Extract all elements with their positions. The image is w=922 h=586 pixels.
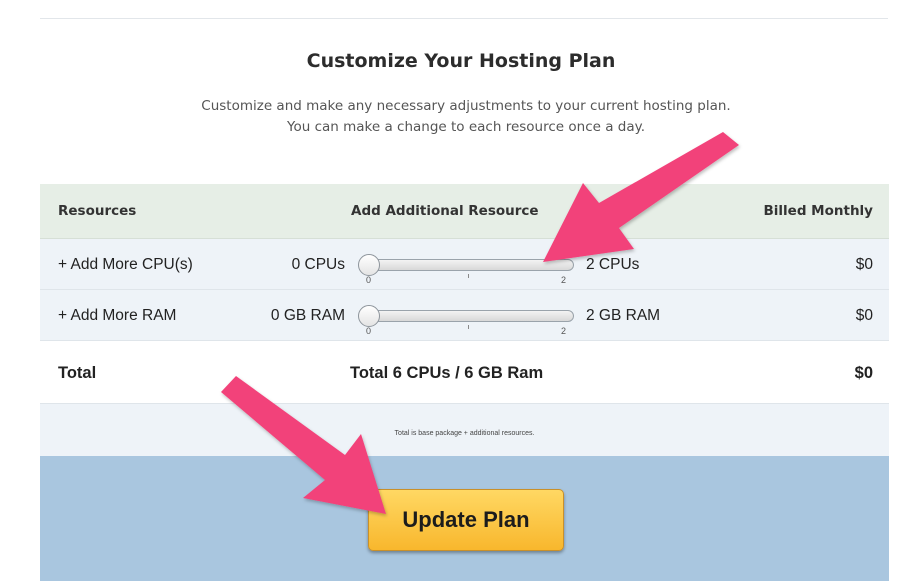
ram-max-label: 2 GB RAM [586,307,661,324]
table-row-total: Total Total 6 CPUs / 6 GB Ram $0 [40,341,889,404]
table-row-ram: + Add More RAM 0 GB RAM 0 2 2 GB RAM $0 [40,290,889,341]
hosting-plan-page: Customize Your Hosting Plan Customize an… [0,0,922,586]
total-note: Total is base package + additional resou… [394,430,535,437]
table-row-note: Total is base package + additional resou… [40,404,889,457]
ram-slider-track[interactable] [362,310,574,322]
ram-slider-scale-max: 2 [561,326,567,336]
update-plan-button[interactable]: Update Plan [368,489,564,551]
plan-table: Resources Add Additional Resource Billed… [40,184,889,457]
subtitle-line-1: Customize and make any necessary adjustm… [201,98,731,114]
cpu-max-label: 2 CPUs [586,256,640,273]
cpu-slider-scale-min: 0 [366,275,372,285]
cpu-slider-track[interactable] [362,259,574,271]
ram-row-label: + Add More RAM [58,307,177,324]
table-header-row: Resources Add Additional Resource Billed… [40,184,889,239]
ram-slider-tick [468,325,469,329]
cpu-row-label: + Add More CPU(s) [58,256,193,273]
total-label: Total [58,364,97,382]
column-header-billed-monthly: Billed Monthly [763,203,873,219]
ram-slider-handle[interactable] [358,305,380,327]
ram-price: $0 [855,307,873,324]
cpu-slider[interactable]: 0 2 [358,254,578,286]
column-header-add-resource: Add Additional Resource [351,203,539,219]
ram-slider[interactable]: 0 2 [358,305,578,337]
total-price: $0 [854,364,873,382]
cpu-slider-tick [468,274,469,278]
table-row-cpu: + Add More CPU(s) 0 CPUs 0 2 2 CPUs $0 [40,239,889,290]
cpu-slider-scale-max: 2 [561,275,567,285]
page-subtitle: Customize and make any necessary adjustm… [0,96,922,138]
total-summary: Total 6 CPUs / 6 GB Ram [350,364,544,382]
action-bar: Update Plan [40,456,889,581]
cpu-min-label: 0 CPUs [291,256,345,273]
cpu-price: $0 [855,256,873,273]
ram-min-label: 0 GB RAM [270,307,345,324]
column-header-resources: Resources [58,203,137,219]
subtitle-line-2: You can make a change to each resource o… [287,119,645,135]
page-title: Customize Your Hosting Plan [306,50,616,72]
cpu-slider-handle[interactable] [358,254,380,276]
ram-slider-scale-min: 0 [366,326,372,336]
top-divider [40,18,888,19]
